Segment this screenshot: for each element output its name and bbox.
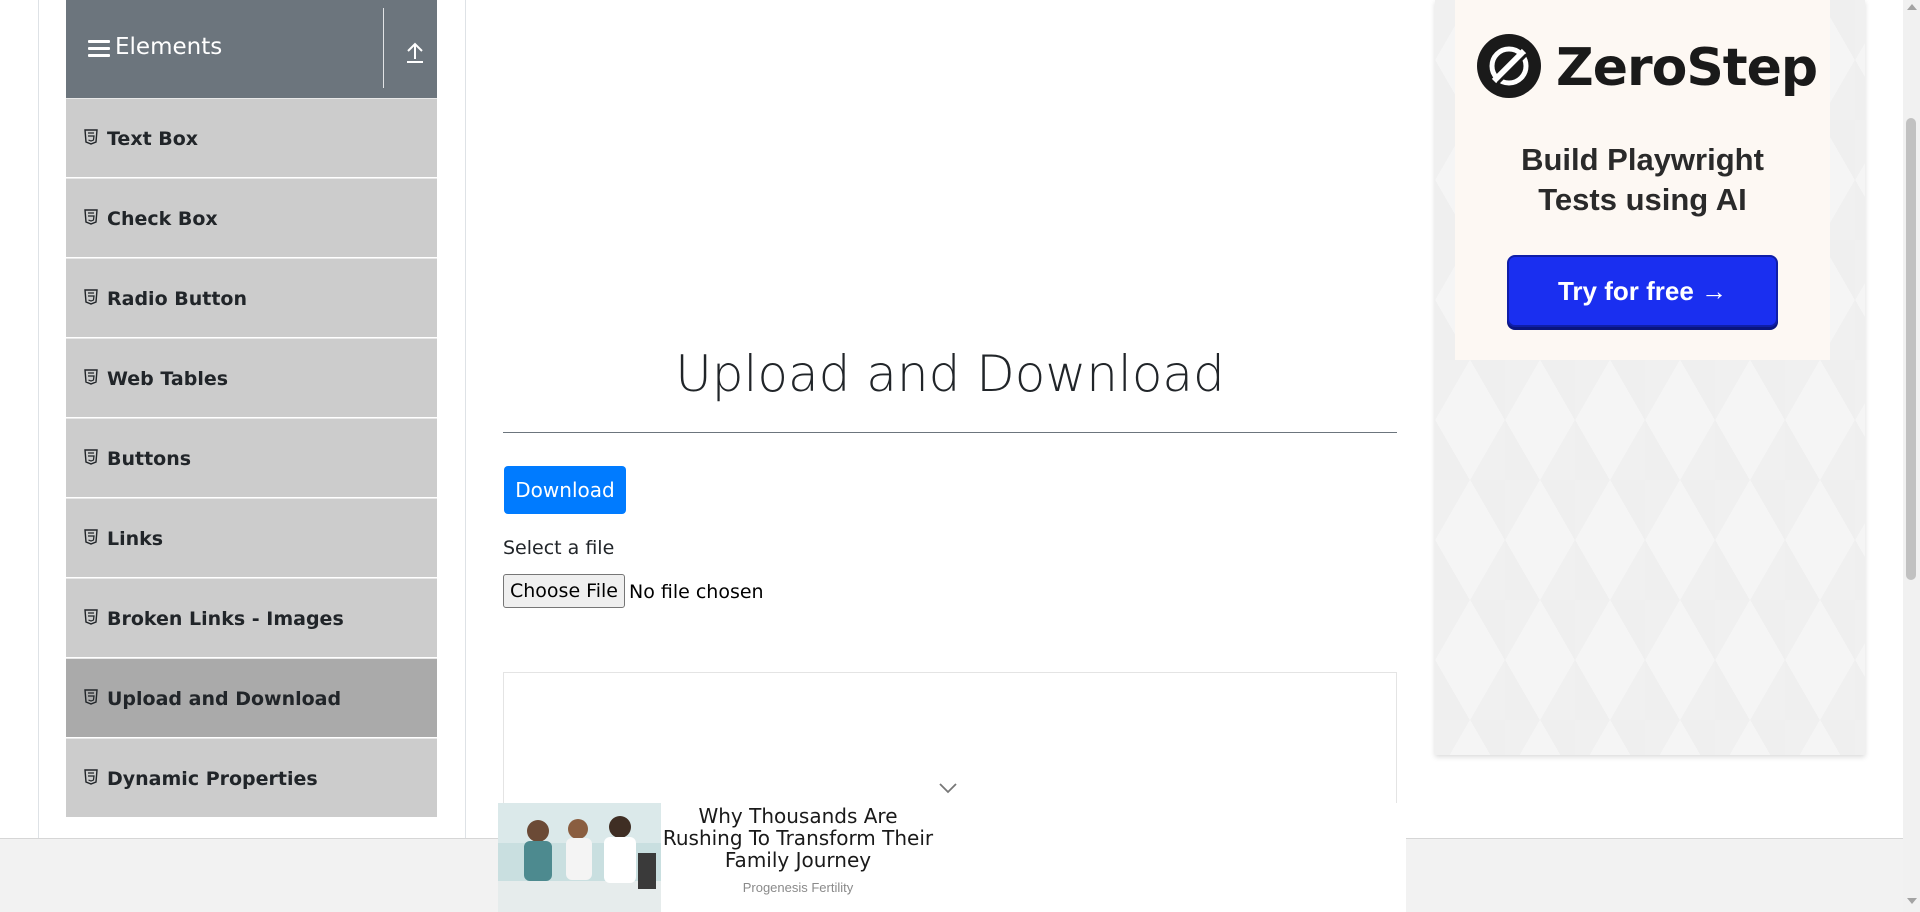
html5-icon xyxy=(84,689,98,705)
chevron-down-icon[interactable] xyxy=(938,782,958,794)
sidebar-item-web-tables[interactable]: Web Tables xyxy=(66,338,437,418)
elements-menu: Text Box Check Box Radio Button Web Tables B… xyxy=(66,98,437,818)
left-panel: Elements Text Box Check Box Radio Button We… xyxy=(38,0,466,838)
sidebar-item-radio-button[interactable]: Radio Button xyxy=(66,258,437,338)
scroll-down-icon[interactable] xyxy=(1907,898,1917,904)
sidebar-item-label: Links xyxy=(107,528,164,550)
sidebar-item-label: Broken Links - Images xyxy=(107,608,344,630)
sidebar-item-label: Buttons xyxy=(107,448,192,470)
ad-photo-image xyxy=(498,803,661,912)
page: Elements Text Box Check Box Radio Button We… xyxy=(0,0,1920,912)
html5-icon xyxy=(84,129,98,145)
sidebar-item-upload-and-download[interactable]: Upload and Download xyxy=(66,658,437,738)
ad-source: Progenesis Fertility xyxy=(742,880,854,895)
sponsored-ad[interactable]: Why Thousands Are Rushing To Transform T… xyxy=(498,803,1406,912)
header-divider xyxy=(383,8,384,88)
html5-icon xyxy=(84,529,98,545)
sidebar-item-label: Dynamic Properties xyxy=(107,768,318,790)
sidebar-item-text-box[interactable]: Text Box xyxy=(66,98,437,178)
html5-icon xyxy=(84,369,98,385)
zerostep-logo-icon xyxy=(1477,34,1541,98)
page-title: Upload and Download xyxy=(675,345,1225,403)
ad-tagline: Build Playwright Tests using AI xyxy=(1455,140,1830,220)
sidebar-item-label: Upload and Download xyxy=(107,688,342,710)
sidebar-item-dynamic-properties[interactable]: Dynamic Properties xyxy=(66,738,437,818)
try-for-free-button[interactable]: Try for free → xyxy=(1507,255,1778,327)
ad-tagline-line2: Tests using AI xyxy=(1538,182,1747,217)
html5-icon xyxy=(84,289,98,305)
choose-file-button[interactable]: Choose File xyxy=(503,574,625,608)
sidebar-item-label: Web Tables xyxy=(107,368,229,390)
group-title: Elements xyxy=(115,34,223,60)
file-status-text: No file chosen xyxy=(629,581,764,603)
ad-tagline-line1: Build Playwright xyxy=(1521,142,1764,177)
sidebar-item-broken-links-images[interactable]: Broken Links - Images xyxy=(66,578,437,658)
html5-icon xyxy=(84,449,98,465)
sidebar-item-buttons[interactable]: Buttons xyxy=(66,418,437,498)
scroll-thumb[interactable] xyxy=(1906,118,1916,580)
ad-headline[interactable]: Why Thousands Are Rushing To Transform T… xyxy=(661,805,935,871)
ad-card: ZeroStep Build Playwright Tests using AI… xyxy=(1455,0,1830,360)
upload-arrow-icon[interactable] xyxy=(404,40,426,64)
sidebar-item-label: Check Box xyxy=(107,208,218,230)
zerostep-ad[interactable]: ZeroStep Build Playwright Tests using AI… xyxy=(1435,0,1865,755)
scroll-up-icon[interactable] xyxy=(1907,4,1917,10)
ad-brand-name: ZeroStep xyxy=(1556,38,1818,98)
html5-icon xyxy=(84,609,98,625)
elements-group-header[interactable]: Elements xyxy=(66,0,437,98)
sidebar-item-check-box[interactable]: Check Box xyxy=(66,178,437,258)
sidebar-item-label: Text Box xyxy=(107,128,199,150)
title-divider xyxy=(503,432,1397,433)
vertical-scrollbar[interactable] xyxy=(1903,0,1920,912)
select-file-label: Select a file xyxy=(503,537,615,559)
hamburger-icon xyxy=(88,40,110,58)
sidebar-item-label: Radio Button xyxy=(107,288,247,310)
download-button[interactable]: Download xyxy=(504,466,626,514)
sidebar-item-links[interactable]: Links xyxy=(66,498,437,578)
html5-icon xyxy=(84,209,98,225)
html5-icon xyxy=(84,769,98,785)
